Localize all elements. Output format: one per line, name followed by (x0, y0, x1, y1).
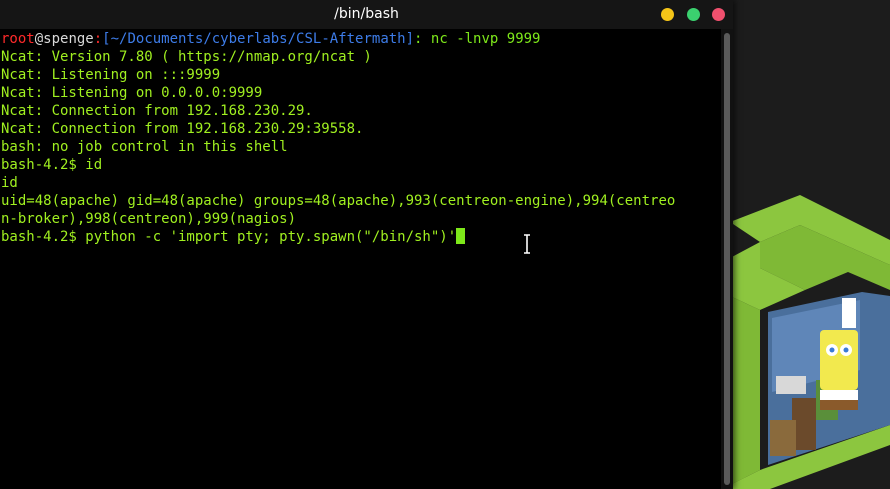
terminal-window[interactable]: /bin/bash root@spenge:[~/Documents/cyber… (0, 0, 733, 489)
close-button[interactable] (712, 8, 725, 21)
prompt-user: root (1, 31, 35, 47)
prompt-at: @ (34, 31, 44, 47)
window-title: /bin/bash (334, 6, 399, 22)
text-cursor (456, 228, 466, 244)
output-line: bash-4.2$ id (1, 157, 103, 173)
current-command: bash-4.2$ python -c 'import pty; pty.spa… (1, 229, 457, 245)
output-line: uid=48(apache) gid=48(apache) groups=48(… (1, 193, 676, 209)
prompt-command: nc -lnvp 9999 (422, 31, 541, 47)
prompt-separator: : (93, 31, 103, 47)
output-line: n-broker),998(centreon),999(nagios) (1, 211, 297, 227)
output-line: Ncat: Connection from 192.168.230.29:395… (1, 121, 364, 137)
output-line: Ncat: Listening on :::9999 (1, 67, 221, 83)
ibeam-cursor-icon (524, 234, 530, 254)
maximize-button[interactable] (687, 8, 700, 21)
output-line: Ncat: Connection from 192.168.230.29. (1, 103, 313, 119)
prompt-path: [~/Documents/cyberlabs/CSL-Aftermath] (102, 31, 415, 47)
output-line: bash: no job control in this shell (1, 139, 288, 155)
output-line: id (1, 175, 18, 191)
terminal-output[interactable]: root@spenge:[~/Documents/cyberlabs/CSL-A… (0, 29, 720, 489)
scrollbar-thumb[interactable] (724, 33, 730, 485)
prompt-line: root@spenge:[~/Documents/cyberlabs/CSL-A… (1, 30, 675, 48)
scrollbar[interactable] (721, 29, 733, 489)
output-line: Ncat: Version 7.80 ( https://nmap.org/nc… (1, 49, 372, 65)
prompt-host: spenge (43, 31, 94, 47)
input-line[interactable]: bash-4.2$ python -c 'import pty; pty.spa… (1, 228, 675, 246)
output-line: Ncat: Listening on 0.0.0.0:9999 (1, 85, 263, 101)
minimize-button[interactable] (661, 8, 674, 21)
title-bar[interactable]: /bin/bash (0, 0, 733, 29)
